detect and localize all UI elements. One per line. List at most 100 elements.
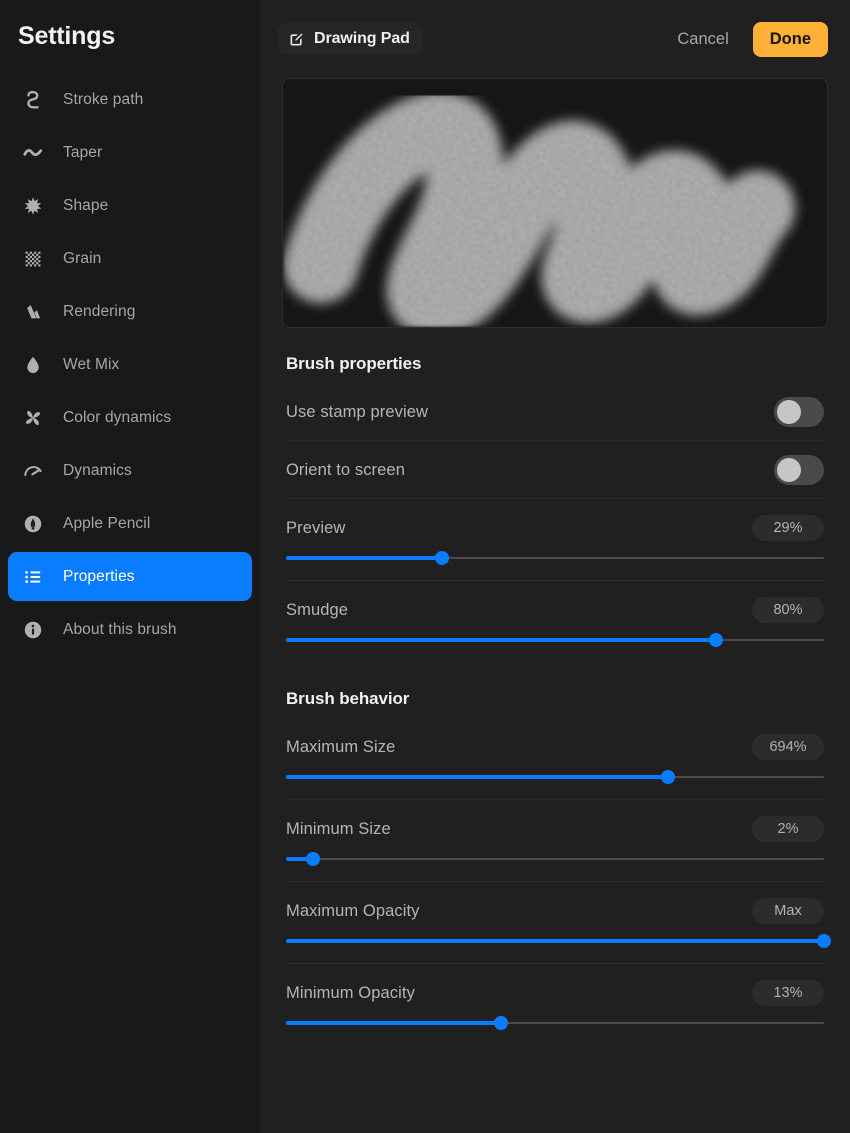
grain-checker-icon bbox=[20, 246, 46, 272]
slider-fill bbox=[286, 1021, 502, 1025]
brush-name-label: Drawing Pad bbox=[314, 30, 410, 47]
sidebar-item-grain[interactable]: Grain bbox=[8, 234, 252, 283]
slider-knob[interactable] bbox=[660, 770, 675, 784]
info-icon bbox=[20, 617, 46, 643]
setting-row-use-stamp-preview: Use stamp preview bbox=[282, 383, 828, 429]
setting-row-preview: Preview 29% bbox=[282, 499, 828, 569]
setting-row-maximum-size: Maximum Size 694% bbox=[282, 718, 828, 788]
compose-edit-icon bbox=[288, 31, 305, 48]
setting-label: Minimum Opacity bbox=[286, 983, 415, 1002]
toggle-knob bbox=[777, 458, 801, 482]
shape-starburst-icon bbox=[20, 193, 46, 219]
sidebar-item-stroke-path[interactable]: Stroke path bbox=[8, 75, 252, 124]
row-divider bbox=[286, 1045, 824, 1046]
value-badge-maximum-size[interactable]: 694% bbox=[752, 734, 824, 760]
toolbar: Drawing Pad Cancel Done bbox=[260, 0, 850, 78]
slider-knob[interactable] bbox=[494, 1016, 509, 1030]
setting-label: Smudge bbox=[286, 600, 349, 619]
sidebar-item-label: Taper bbox=[63, 143, 103, 161]
toggle-knob bbox=[777, 400, 801, 424]
slider-knob[interactable] bbox=[435, 551, 450, 565]
sidebar-item-label: Color dynamics bbox=[63, 408, 172, 426]
sidebar-item-label: Shape bbox=[63, 196, 109, 214]
section-title: Brush behavior bbox=[286, 689, 410, 708]
setting-row-smudge: Smudge 80% bbox=[282, 581, 828, 651]
apple-pencil-icon bbox=[20, 511, 46, 537]
slider-knob[interactable] bbox=[709, 633, 724, 647]
settings-nav: Stroke path Taper Shape Grain Rendering Wet … bbox=[0, 73, 260, 656]
slider-fill bbox=[286, 638, 717, 642]
setting-row-header: Smudge 80% bbox=[286, 593, 824, 627]
value-badge-preview[interactable]: 29% bbox=[752, 515, 824, 541]
slider-knob[interactable] bbox=[817, 934, 831, 948]
sidebar-item-color-dynamics[interactable]: Color dynamics bbox=[8, 393, 252, 442]
setting-row-header: Maximum Opacity Max bbox=[286, 894, 824, 928]
setting-row-orient-to-screen: Orient to screen bbox=[282, 441, 828, 487]
settings-sidebar: Settings Stroke path Taper Shape Grain Rend… bbox=[0, 0, 260, 1133]
slider-preview[interactable] bbox=[286, 547, 824, 569]
taper-wave-icon bbox=[20, 140, 46, 166]
slider-minimum-size[interactable] bbox=[286, 848, 824, 870]
sidebar-item-rendering[interactable]: Rendering bbox=[8, 287, 252, 336]
slider-fill bbox=[286, 939, 824, 943]
brush-stroke-preview[interactable] bbox=[282, 78, 828, 328]
speedometer-icon bbox=[20, 458, 46, 484]
setting-row-minimum-opacity: Minimum Opacity 13% bbox=[282, 964, 828, 1034]
value-badge-maximum-opacity[interactable]: Max bbox=[752, 898, 824, 924]
row-divider bbox=[286, 662, 824, 663]
sidebar-item-about-this-brush[interactable]: About this brush bbox=[8, 605, 252, 654]
slider-fill bbox=[286, 775, 668, 779]
settings-sections: Brush properties Use stamp preview Orient … bbox=[260, 354, 850, 1046]
setting-label: Preview bbox=[286, 518, 346, 537]
slider-fill bbox=[286, 556, 443, 560]
setting-label: Minimum Size bbox=[286, 819, 391, 838]
sidebar-item-dynamics[interactable]: Dynamics bbox=[8, 446, 252, 495]
slider-maximum-size[interactable] bbox=[286, 766, 824, 788]
sidebar-item-label: Properties bbox=[63, 567, 135, 585]
sidebar-item-wet-mix[interactable]: Wet Mix bbox=[8, 340, 252, 389]
sidebar-item-label: Grain bbox=[63, 249, 102, 267]
sidebar-item-label: Rendering bbox=[63, 302, 136, 320]
sidebar-item-taper[interactable]: Taper bbox=[8, 128, 252, 177]
rendering-icon bbox=[20, 299, 46, 325]
slider-knob[interactable] bbox=[305, 852, 320, 866]
sidebar-item-label: Wet Mix bbox=[63, 355, 120, 373]
cancel-button[interactable]: Cancel bbox=[675, 26, 730, 53]
setting-row-header: Use stamp preview bbox=[286, 395, 824, 429]
slider-track bbox=[286, 858, 824, 860]
toggle-use-stamp-preview[interactable] bbox=[774, 397, 824, 427]
toggle-orient-to-screen[interactable] bbox=[774, 455, 824, 485]
value-badge-smudge[interactable]: 80% bbox=[752, 597, 824, 623]
sidebar-item-label: About this brush bbox=[63, 620, 177, 638]
sidebar-item-apple-pencil[interactable]: Apple Pencil bbox=[8, 499, 252, 548]
value-badge-minimum-opacity[interactable]: 13% bbox=[752, 980, 824, 1006]
sidebar-item-label: Dynamics bbox=[63, 461, 132, 479]
value-badge-minimum-size[interactable]: 2% bbox=[752, 816, 824, 842]
brush-settings-window: Settings Stroke path Taper Shape Grain Rend… bbox=[0, 0, 850, 1133]
setting-row-maximum-opacity: Maximum Opacity Max bbox=[282, 882, 831, 952]
sidebar-item-label: Stroke path bbox=[63, 90, 144, 108]
setting-label: Maximum Size bbox=[286, 737, 396, 756]
done-button[interactable]: Done bbox=[752, 21, 828, 57]
setting-row-header: Preview 29% bbox=[286, 511, 824, 545]
preview-container bbox=[260, 78, 850, 328]
sidebar-item-label: Apple Pencil bbox=[63, 514, 151, 532]
brush-name-field[interactable]: Drawing Pad bbox=[278, 23, 423, 55]
stroke-path-icon bbox=[20, 87, 46, 113]
sidebar-item-shape[interactable]: Shape bbox=[8, 181, 252, 230]
setting-label: Use stamp preview bbox=[286, 402, 428, 421]
pinwheel-icon bbox=[20, 405, 46, 431]
setting-row-header: Maximum Size 694% bbox=[286, 730, 824, 764]
slider-minimum-opacity[interactable] bbox=[286, 1012, 824, 1034]
main-panel: Drawing Pad Cancel Done Brush properties… bbox=[260, 0, 850, 1133]
setting-row-header: Minimum Opacity 13% bbox=[286, 976, 824, 1010]
setting-row-minimum-size: Minimum Size 2% bbox=[282, 800, 828, 870]
setting-row-header: Orient to screen bbox=[286, 453, 824, 487]
droplet-icon bbox=[20, 352, 46, 378]
section-title: Brush properties bbox=[286, 354, 422, 373]
slider-maximum-opacity[interactable] bbox=[286, 930, 831, 952]
slider-smudge[interactable] bbox=[286, 629, 824, 651]
setting-label: Maximum Opacity bbox=[286, 901, 420, 920]
sidebar-item-properties[interactable]: Properties bbox=[8, 552, 252, 601]
list-icon bbox=[20, 564, 46, 590]
